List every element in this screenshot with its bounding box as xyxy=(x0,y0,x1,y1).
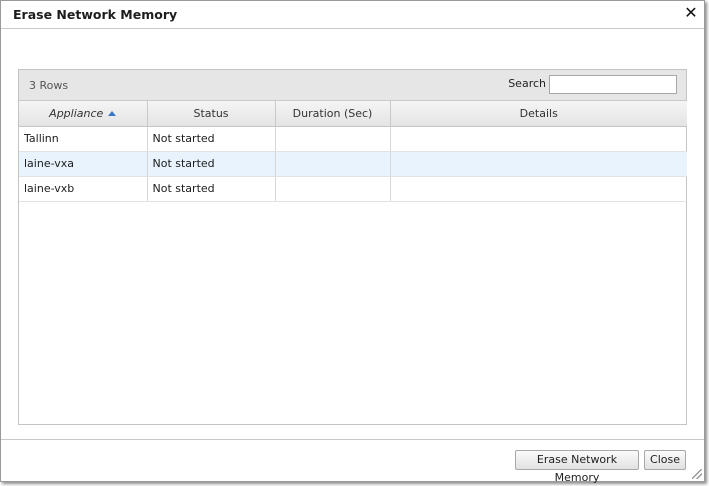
column-header-status[interactable]: Status xyxy=(147,101,276,127)
cell-status: Not started xyxy=(147,151,276,177)
cell-duration xyxy=(275,176,391,202)
close-button[interactable]: Close xyxy=(644,450,686,470)
cell-details xyxy=(390,176,687,202)
grid-toolbar: 3 Rows Search xyxy=(19,70,686,101)
footer-divider xyxy=(1,439,704,440)
search-label: Search xyxy=(508,77,546,90)
appliance-grid: 3 Rows Search Appliance Status Duration … xyxy=(18,69,687,425)
column-header-details[interactable]: Details xyxy=(390,101,687,127)
cell-details xyxy=(390,126,687,152)
appliance-table: Appliance Status Duration (Sec) Details … xyxy=(19,101,687,202)
cell-appliance: laine-vxb xyxy=(19,176,148,202)
table-row[interactable]: Tallinn Not started xyxy=(19,126,687,152)
table-row[interactable]: laine-vxb Not started xyxy=(19,176,687,202)
erase-network-memory-dialog: Erase Network Memory ✕ 3 Rows Search App… xyxy=(0,0,705,484)
close-icon[interactable]: ✕ xyxy=(684,5,698,21)
erase-network-memory-button[interactable]: Erase Network Memory xyxy=(515,450,639,484)
column-header-duration[interactable]: Duration (Sec) xyxy=(275,101,391,127)
cell-appliance: laine-vxa xyxy=(19,151,148,177)
column-header-label: Appliance xyxy=(49,106,104,120)
table-row[interactable]: laine-vxa Not started xyxy=(19,151,687,177)
row-count: 3 Rows xyxy=(29,79,69,92)
sort-ascending-icon xyxy=(108,110,117,116)
cell-duration xyxy=(275,151,391,177)
cell-duration xyxy=(275,126,391,152)
column-header-appliance[interactable]: Appliance xyxy=(19,101,148,127)
dialog-title: Erase Network Memory xyxy=(13,7,178,22)
resize-grip-icon[interactable] xyxy=(692,469,702,479)
cell-appliance: Tallinn xyxy=(19,126,148,152)
column-header-label: Duration (Sec) xyxy=(292,106,373,120)
cell-status: Not started xyxy=(147,126,276,152)
cell-status: Not started xyxy=(147,176,276,202)
cell-details xyxy=(390,151,687,177)
table-header-row: Appliance Status Duration (Sec) Details xyxy=(19,101,687,127)
column-header-label: Details xyxy=(519,106,558,120)
dialog-titlebar[interactable]: Erase Network Memory ✕ xyxy=(1,1,704,29)
column-header-label: Status xyxy=(193,106,229,120)
search-input[interactable] xyxy=(549,75,677,94)
